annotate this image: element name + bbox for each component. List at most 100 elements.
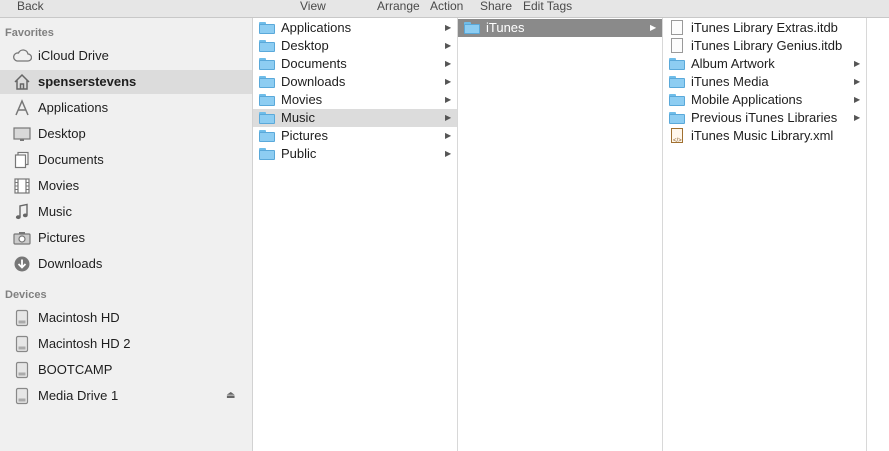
sidebar-item-spenserstevens[interactable]: spenserstevens (0, 70, 252, 94)
folder-row-documents[interactable]: Documents ▶ (253, 55, 457, 73)
folder-row-desktop[interactable]: Desktop ▶ (253, 37, 457, 55)
sidebar-item-label: Music (38, 204, 72, 219)
sidebar: Favorites iCloud Drive spenserstevens Appl… (0, 18, 253, 451)
item-label: Pictures (281, 128, 328, 143)
item-label: Desktop (281, 38, 329, 53)
folder-icon (259, 76, 275, 88)
folder-row-public[interactable]: Public ▶ (253, 145, 457, 163)
item-label: iTunes Music Library.xml (691, 128, 834, 143)
disclosure-arrow-icon: ▶ (445, 131, 452, 140)
sidebar-item-label: iCloud Drive (38, 48, 109, 63)
applications-icon (12, 99, 32, 117)
disclosure-arrow-icon: ▶ (445, 41, 452, 50)
folder-icon (259, 40, 275, 52)
sidebar-item-documents[interactable]: Documents (0, 148, 252, 172)
hard-drive-icon (12, 309, 32, 327)
folder-row-applications[interactable]: Applications ▶ (253, 19, 457, 37)
item-label: Previous iTunes Libraries (691, 110, 838, 125)
item-label: Documents (281, 56, 347, 71)
item-label: Public (281, 146, 317, 161)
hard-drive-icon (12, 361, 32, 379)
item-label: Mobile Applications (691, 92, 803, 107)
disclosure-arrow-icon: ▶ (854, 95, 861, 104)
favorites-heading: Favorites (5, 27, 54, 39)
hard-drive-icon (12, 387, 32, 405)
disclosure-arrow-icon: ▶ (445, 113, 452, 122)
sidebar-item-desktop[interactable]: Desktop (0, 122, 252, 146)
sidebar-item-movies[interactable]: Movies (0, 174, 252, 198)
sidebar-item-label: Downloads (38, 256, 103, 271)
file-row-itunes-library-genius-itdb[interactable]: iTunes Library Genius.itdb (663, 37, 866, 55)
film-icon (12, 177, 32, 195)
view-button[interactable]: View (300, 0, 326, 13)
sidebar-item-icloud-drive[interactable]: iCloud Drive (0, 44, 252, 68)
action-button[interactable]: Action (430, 0, 463, 13)
file-row-itunes-library-extras-itdb[interactable]: iTunes Library Extras.itdb (663, 19, 866, 37)
eject-icon[interactable]: ⏏ (226, 384, 235, 408)
column-itunes: iTunes Library Extras.itdb iTunes Library… (663, 18, 867, 451)
item-label: iTunes Media (691, 74, 769, 89)
disclosure-arrow-icon: ▶ (445, 59, 452, 68)
folder-row-music[interactable]: Music ▶ (253, 109, 457, 127)
back-button[interactable]: Back (17, 0, 44, 13)
folder-icon (464, 22, 480, 34)
sidebar-item-macintosh-hd-2[interactable]: Macintosh HD 2 (0, 332, 252, 356)
hard-drive-icon (12, 335, 32, 353)
folder-row-downloads[interactable]: Downloads ▶ (253, 73, 457, 91)
item-label: Downloads (281, 74, 346, 89)
folder-row-previous-itunes-libraries[interactable]: Previous iTunes Libraries ▶ (663, 109, 866, 127)
folder-icon (669, 94, 685, 106)
sidebar-item-label: spenserstevens (38, 74, 137, 89)
item-label: Album Artwork (691, 56, 775, 71)
folder-icon (669, 112, 685, 124)
music-note-icon (12, 203, 32, 221)
folder-icon (259, 22, 275, 34)
share-button[interactable]: Share (480, 0, 512, 13)
disclosure-arrow-icon: ▶ (445, 149, 452, 158)
toolbar: Back View Arrange Action Share Edit Tags (0, 0, 889, 18)
xml-file-icon: </> (669, 128, 685, 144)
sidebar-item-music[interactable]: Music (0, 200, 252, 224)
folder-row-movies[interactable]: Movies ▶ (253, 91, 457, 109)
sidebar-item-macintosh-hd[interactable]: Macintosh HD (0, 306, 252, 330)
sidebar-item-pictures[interactable]: Pictures (0, 226, 252, 250)
file-row-itunes-music-library-xml[interactable]: </> iTunes Music Library.xml (663, 127, 866, 145)
sidebar-item-downloads[interactable]: Downloads (0, 252, 252, 276)
folder-row-itunes[interactable]: iTunes ▶ (458, 19, 662, 37)
disclosure-arrow-icon: ▶ (445, 23, 452, 32)
home-icon (12, 73, 32, 91)
sidebar-item-label: BOOTCAMP (38, 362, 113, 377)
sidebar-item-applications[interactable]: Applications (0, 96, 252, 120)
folder-icon (259, 130, 275, 142)
folder-row-itunes-media[interactable]: iTunes Media ▶ (663, 73, 866, 91)
disclosure-arrow-icon: ▶ (854, 59, 861, 68)
sidebar-item-bootcamp[interactable]: BOOTCAMP (0, 358, 252, 382)
sidebar-item-media-drive-1[interactable]: Media Drive 1 ⏏ (0, 384, 252, 408)
folder-icon (259, 94, 275, 106)
download-icon (12, 255, 32, 273)
folder-row-pictures[interactable]: Pictures ▶ (253, 127, 457, 145)
disclosure-arrow-icon: ▶ (650, 23, 657, 32)
desktop-icon (12, 125, 32, 143)
folder-icon (259, 112, 275, 124)
disclosure-arrow-icon: ▶ (854, 113, 861, 122)
document-icon (669, 38, 685, 53)
column-home: Applications ▶ Desktop ▶ Documents ▶ Downloads… (253, 18, 458, 451)
camera-icon (12, 229, 32, 247)
folder-icon (259, 58, 275, 70)
item-label: iTunes Library Genius.itdb (691, 38, 843, 53)
edit-tags-button[interactable]: Edit Tags (523, 0, 572, 13)
folder-row-mobile-applications[interactable]: Mobile Applications ▶ (663, 91, 866, 109)
folder-icon (669, 76, 685, 88)
disclosure-arrow-icon: ▶ (445, 95, 452, 104)
folder-icon (259, 148, 275, 160)
folder-icon (669, 58, 685, 70)
cloud-icon (12, 47, 33, 65)
folder-row-album-artwork[interactable]: Album Artwork ▶ (663, 55, 866, 73)
sidebar-item-label: Applications (38, 100, 109, 115)
sidebar-item-label: Macintosh HD (38, 310, 120, 325)
sidebar-item-label: Pictures (38, 230, 85, 245)
sidebar-item-label: Media Drive 1 (38, 388, 119, 403)
document-icon (669, 20, 685, 35)
arrange-button[interactable]: Arrange (377, 0, 420, 13)
